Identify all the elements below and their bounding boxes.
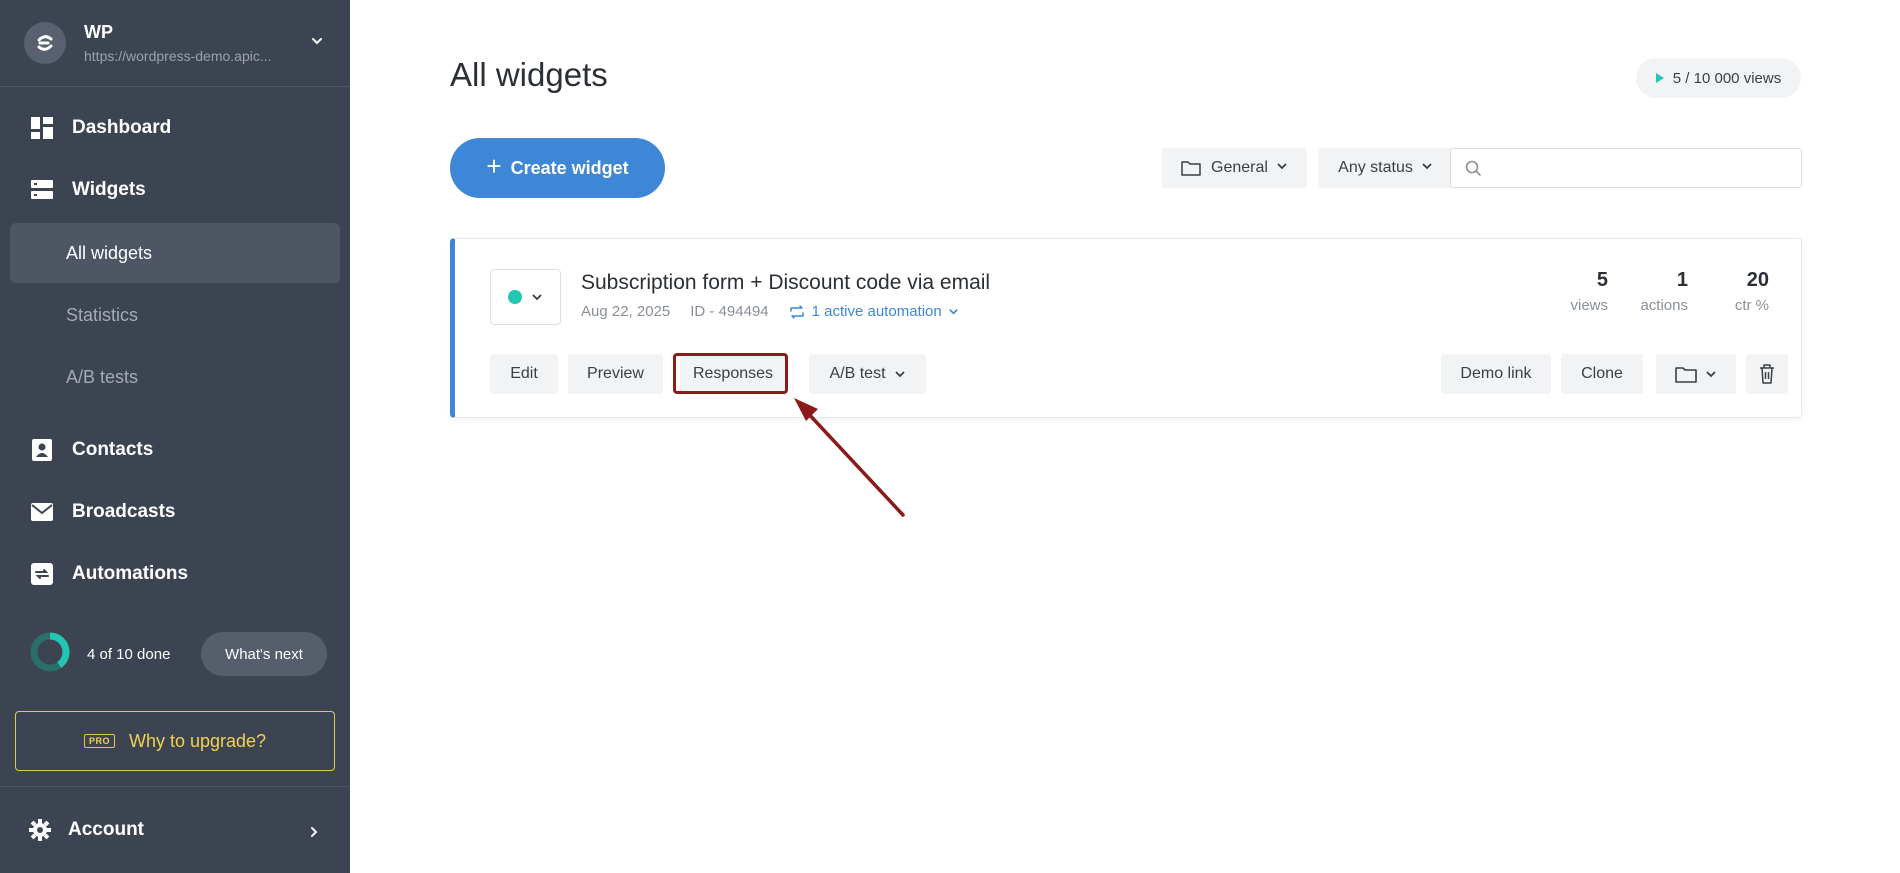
- sidebar-item-widgets[interactable]: Widgets: [10, 161, 340, 219]
- chevron-right-icon: [308, 823, 320, 845]
- widget-card: Subscription form + Discount code via em…: [450, 238, 1802, 418]
- sidebar-item-label: Contacts: [72, 439, 154, 460]
- demo-link-button[interactable]: Demo link: [1441, 354, 1551, 394]
- move-to-folder-dropdown[interactable]: [1656, 354, 1736, 394]
- widget-date: Aug 22, 2025: [581, 303, 671, 320]
- folder-icon: [1675, 366, 1697, 383]
- create-widget-label: Create widget: [510, 157, 629, 178]
- stat-value: 20: [1746, 269, 1769, 291]
- automation-label: 1 active automation: [811, 303, 942, 320]
- site-name: WP: [84, 21, 113, 42]
- stat-value: 5: [1596, 269, 1608, 291]
- views-usage-text: 5 / 10 000 views: [1672, 69, 1782, 87]
- sidebar-item-dashboard[interactable]: Dashboard: [10, 99, 340, 157]
- contacts-icon: [30, 438, 54, 462]
- trash-icon: [1759, 364, 1775, 384]
- chevron-down-icon: [531, 291, 543, 303]
- create-widget-button[interactable]: + Create widget: [450, 138, 665, 198]
- folder-filter-label: General: [1211, 159, 1268, 176]
- progress-ring-icon: [28, 630, 72, 679]
- edit-button[interactable]: Edit: [490, 354, 558, 394]
- folder-icon: [1181, 160, 1201, 176]
- stat-label: actions: [1640, 297, 1688, 314]
- sidebar-subitem-statistics[interactable]: Statistics: [10, 285, 340, 345]
- views-usage-badge: 5 / 10 000 views: [1636, 58, 1801, 98]
- search-icon: [1465, 160, 1482, 182]
- site-switcher[interactable]: WP https://wordpress-demo.apic...: [0, 0, 350, 87]
- pro-badge: PRO: [83, 734, 115, 748]
- delete-button[interactable]: [1746, 354, 1788, 394]
- page-title: All widgets: [450, 56, 608, 93]
- chevron-down-icon: [948, 306, 959, 317]
- gear-icon: [28, 818, 52, 842]
- preview-button[interactable]: Preview: [568, 354, 663, 394]
- automation-link[interactable]: 1 active automation: [789, 303, 959, 320]
- stat-views: 5 views: [1538, 269, 1608, 314]
- whats-next-button[interactable]: What's next: [201, 632, 327, 676]
- sidebar: WP https://wordpress-demo.apic... Dashbo…: [0, 0, 350, 873]
- sidebar-subitem-all-widgets[interactable]: All widgets: [10, 223, 340, 283]
- status-dot-icon: [508, 290, 522, 304]
- envelope-icon: [30, 500, 54, 524]
- widget-meta: Aug 22, 2025 ID - 494494 1 active automa…: [581, 303, 959, 320]
- search-input[interactable]: [1493, 155, 1793, 181]
- progress-text: 4 of 10 done: [87, 645, 171, 663]
- chevron-down-icon: [1276, 159, 1288, 177]
- sidebar-item-label: Widgets: [72, 179, 146, 200]
- widget-name[interactable]: Subscription form + Discount code via em…: [581, 271, 990, 295]
- sidebar-item-account[interactable]: Account: [0, 786, 350, 873]
- site-logo-icon: [24, 22, 66, 64]
- clone-button[interactable]: Clone: [1561, 354, 1643, 394]
- onboarding-progress: 4 of 10 done What's next: [28, 632, 328, 676]
- chevron-down-icon: [1421, 159, 1433, 177]
- widgets-icon: [30, 178, 54, 202]
- responses-button[interactable]: Responses: [680, 354, 786, 394]
- upgrade-label: Why to upgrade?: [128, 730, 267, 751]
- status-filter-label: Any status: [1338, 159, 1413, 176]
- sidebar-item-label: Automations: [72, 563, 189, 584]
- chevron-down-icon: [894, 368, 906, 380]
- search-field[interactable]: [1450, 148, 1802, 188]
- folder-filter-dropdown[interactable]: General: [1162, 148, 1307, 188]
- account-label: Account: [68, 819, 144, 840]
- upgrade-button[interactable]: PRO Why to upgrade?: [15, 711, 335, 771]
- stat-ctr: 20 ctr %: [1699, 269, 1769, 314]
- stat-label: ctr %: [1734, 297, 1769, 314]
- automation-icon: [789, 304, 805, 319]
- ab-test-label: A/B test: [829, 365, 886, 382]
- chevron-down-icon[interactable]: [310, 34, 324, 53]
- automations-icon: [30, 562, 54, 586]
- chevron-down-icon: [1705, 368, 1717, 380]
- widget-status-toggle[interactable]: [490, 269, 561, 325]
- stat-label: views: [1570, 297, 1608, 314]
- dashboard-icon: [30, 116, 54, 140]
- stat-actions: 1 actions: [1618, 269, 1688, 314]
- sidebar-item-broadcasts[interactable]: Broadcasts: [10, 483, 340, 541]
- status-filter-dropdown[interactable]: Any status: [1318, 148, 1453, 188]
- play-icon: [1655, 73, 1664, 83]
- ab-test-dropdown[interactable]: A/B test: [809, 354, 926, 394]
- widget-id: ID - 494494: [690, 303, 769, 320]
- stat-value: 1: [1676, 269, 1688, 291]
- sidebar-item-label: Broadcasts: [72, 501, 176, 522]
- sidebar-subitem-ab-tests[interactable]: A/B tests: [10, 347, 340, 407]
- sidebar-item-contacts[interactable]: Contacts: [10, 421, 340, 479]
- plus-icon: +: [486, 151, 502, 181]
- sidebar-item-label: Dashboard: [72, 117, 172, 138]
- site-url: https://wordpress-demo.apic...: [84, 47, 272, 64]
- sidebar-item-automations[interactable]: Automations: [10, 545, 340, 603]
